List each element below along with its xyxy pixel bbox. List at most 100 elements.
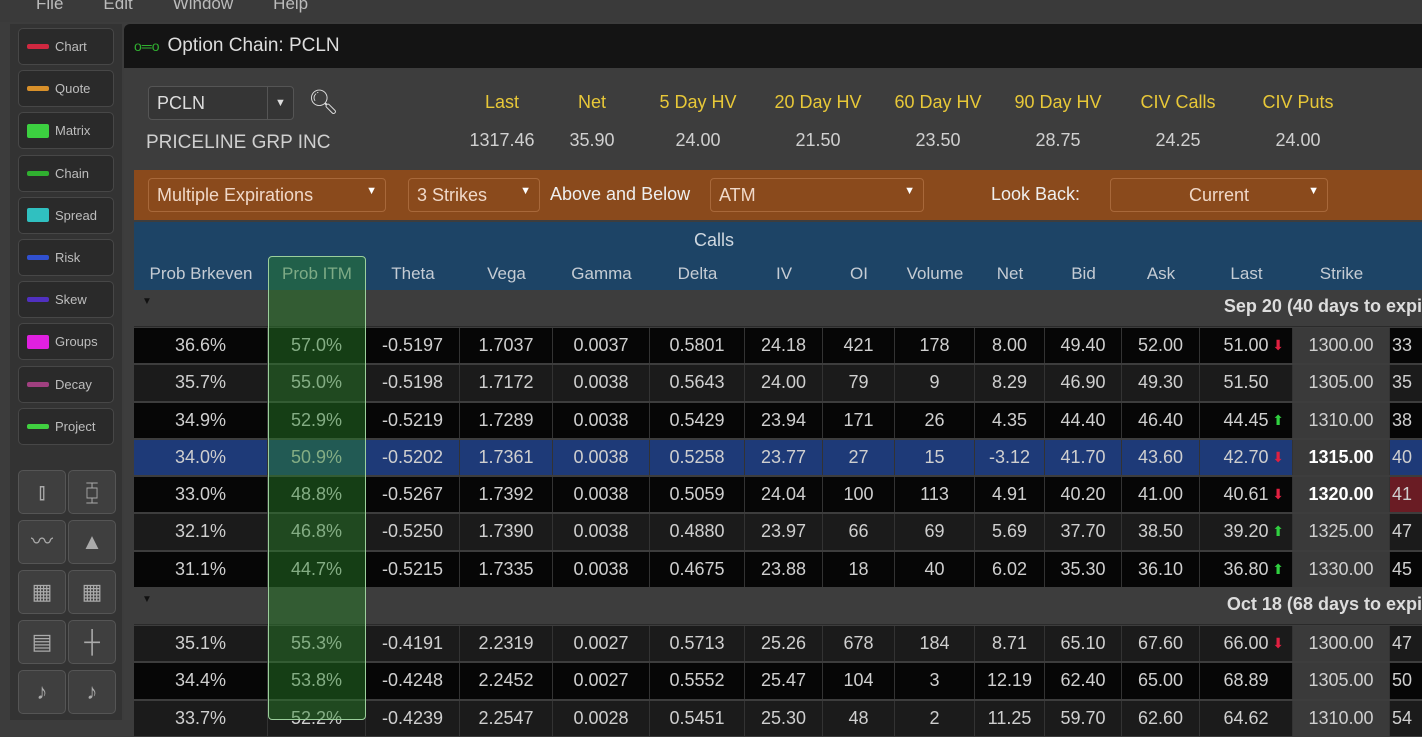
cell-2[interactable]: -0.4248 [366, 663, 460, 699]
cell-11[interactable]: 46.40 [1122, 402, 1200, 438]
cell-11[interactable]: 41.00 [1122, 477, 1200, 513]
note-icon[interactable]: ♪ [68, 670, 116, 714]
cell-2[interactable]: -0.5198 [366, 365, 460, 401]
cell-5[interactable]: 0.5258 [650, 439, 745, 476]
cell-11[interactable]: 43.60 [1122, 439, 1200, 476]
cell-12[interactable]: 51.50 [1200, 365, 1293, 401]
table-row[interactable]: 36.6% 57.0% -0.5197 1.7037 0.0037 0.5801 24.18… [134, 327, 1422, 364]
cell-4[interactable]: 0.0038 [553, 514, 650, 550]
cell-8[interactable]: 3 [895, 663, 975, 699]
cell-12[interactable]: 42.70 ⬇ [1200, 439, 1293, 476]
sidebar-item-chain[interactable]: Chain [18, 154, 114, 192]
table-add-icon[interactable]: ▦ [18, 570, 66, 614]
cell-4[interactable]: 0.0038 [553, 439, 650, 476]
cell-2[interactable]: -0.5202 [366, 439, 460, 476]
column-header-delta[interactable]: Delta [650, 264, 745, 284]
cell-1[interactable]: 46.8% [268, 514, 366, 550]
cell-4[interactable]: 0.0038 [553, 551, 650, 588]
cell-1[interactable]: 52.2% [268, 700, 366, 736]
cell-5[interactable]: 0.5713 [650, 626, 745, 662]
cell-5[interactable]: 0.4880 [650, 514, 745, 550]
cell-10[interactable]: 44.40 [1045, 402, 1122, 438]
lookback-select[interactable]: Current ▼ [1110, 178, 1328, 212]
cell-14[interactable]: 35 [1390, 365, 1422, 401]
cell-10[interactable]: 59.70 [1045, 700, 1122, 736]
search-icon[interactable]: 🔍︎ [308, 88, 338, 117]
menu-window[interactable]: Window [173, 0, 233, 22]
menu-help[interactable]: Help [273, 0, 308, 22]
cell-11[interactable]: 62.60 [1122, 700, 1200, 736]
sidebar-item-decay[interactable]: Decay [18, 365, 114, 403]
cell-5[interactable]: 0.5451 [650, 700, 745, 736]
collapse-triangle-icon[interactable]: ▼ [142, 296, 152, 307]
cell-8[interactable]: 113 [895, 477, 975, 513]
cell-1[interactable]: 55.0% [268, 365, 366, 401]
cell-7[interactable]: 79 [823, 365, 895, 401]
cell-8[interactable]: 178 [895, 328, 975, 364]
cell-4[interactable]: 0.0038 [553, 402, 650, 438]
cell-14[interactable]: 54 [1390, 700, 1422, 736]
cell-0[interactable]: 35.7% [134, 365, 268, 401]
cell-11[interactable]: 65.00 [1122, 663, 1200, 699]
sidebar-item-groups[interactable]: Groups [18, 323, 114, 361]
cell-10[interactable]: 65.10 [1045, 626, 1122, 662]
cell-6[interactable]: 24.00 [745, 365, 823, 401]
chevron-down-icon[interactable]: ▼ [267, 87, 293, 119]
table-row[interactable]: 31.1% 44.7% -0.5215 1.7335 0.0038 0.4675 23.88… [134, 551, 1422, 588]
menu-edit[interactable]: Edit [103, 0, 132, 22]
cell-6[interactable]: 24.18 [745, 328, 823, 364]
cell-9[interactable]: 8.29 [975, 365, 1045, 401]
cell-11[interactable]: 52.00 [1122, 328, 1200, 364]
cell-10[interactable]: 35.30 [1045, 551, 1122, 588]
table-row[interactable]: 34.4% 53.8% -0.4248 2.2452 0.0027 0.5552 25.47… [134, 662, 1422, 699]
cell-12[interactable]: 44.45 ⬆ [1200, 402, 1293, 438]
cell-9[interactable]: 8.71 [975, 626, 1045, 662]
cell-4[interactable]: 0.0027 [553, 663, 650, 699]
cell-5[interactable]: 0.4675 [650, 551, 745, 588]
cell-10[interactable]: 49.40 [1045, 328, 1122, 364]
cell-9[interactable]: 5.69 [975, 514, 1045, 550]
cell-4[interactable]: 0.0037 [553, 328, 650, 364]
symbol-input[interactable]: PCLN ▼ [148, 86, 294, 120]
cell-14[interactable]: 38 [1390, 402, 1422, 438]
strikes-select[interactable]: 3 Strikes ▼ [408, 178, 540, 212]
column-header-prob-brkeven[interactable]: Prob Brkeven [134, 264, 268, 284]
table-row[interactable]: 34.9% 52.9% -0.5219 1.7289 0.0038 0.5429 23.94… [134, 402, 1422, 439]
cell-14[interactable]: 47 [1390, 514, 1422, 550]
cell-10[interactable]: 46.90 [1045, 365, 1122, 401]
cell-12[interactable]: 40.61 ⬇ [1200, 477, 1293, 513]
sidebar-item-project[interactable]: Project [18, 407, 114, 445]
cell-1[interactable]: 57.0% [268, 328, 366, 364]
cell-8[interactable]: 40 [895, 551, 975, 588]
bar-chart-icon[interactable]: ⫾ [18, 470, 66, 514]
cell-9[interactable]: 12.19 [975, 663, 1045, 699]
cell-6[interactable]: 25.26 [745, 626, 823, 662]
cell-0[interactable]: 34.4% [134, 663, 268, 699]
cell-9[interactable]: -3.12 [975, 439, 1045, 476]
cell-3[interactable]: 2.2452 [460, 663, 553, 699]
cell-0[interactable]: 35.1% [134, 626, 268, 662]
cell-8[interactable]: 69 [895, 514, 975, 550]
cell-5[interactable]: 0.5552 [650, 663, 745, 699]
cell-14[interactable]: 40 [1390, 439, 1422, 476]
cell-0[interactable]: 34.9% [134, 402, 268, 438]
sidebar-item-risk[interactable]: Risk [18, 239, 114, 276]
cell-6[interactable]: 25.47 [745, 663, 823, 699]
table-row[interactable]: 34.0% 50.9% -0.5202 1.7361 0.0038 0.5258 23.77… [134, 439, 1422, 476]
cell-6[interactable]: 25.30 [745, 700, 823, 736]
grid-icon[interactable]: ▦ [68, 570, 116, 614]
sidebar-item-matrix[interactable]: Matrix [18, 112, 114, 150]
cell-3[interactable]: 1.7361 [460, 439, 553, 476]
cell-8[interactable]: 26 [895, 402, 975, 438]
cell-3[interactable]: 1.7172 [460, 365, 553, 401]
cell-5[interactable]: 0.5429 [650, 402, 745, 438]
cell-8[interactable]: 184 [895, 626, 975, 662]
cell-11[interactable]: 36.10 [1122, 551, 1200, 588]
atm-select[interactable]: ATM ▼ [710, 178, 924, 212]
column-header-ask[interactable]: Ask [1122, 264, 1200, 284]
cell-4[interactable]: 0.0038 [553, 365, 650, 401]
cell-4[interactable]: 0.0038 [553, 477, 650, 513]
column-header-theta[interactable]: Theta [366, 264, 460, 284]
cell-9[interactable]: 4.35 [975, 402, 1045, 438]
cell-6[interactable]: 23.94 [745, 402, 823, 438]
